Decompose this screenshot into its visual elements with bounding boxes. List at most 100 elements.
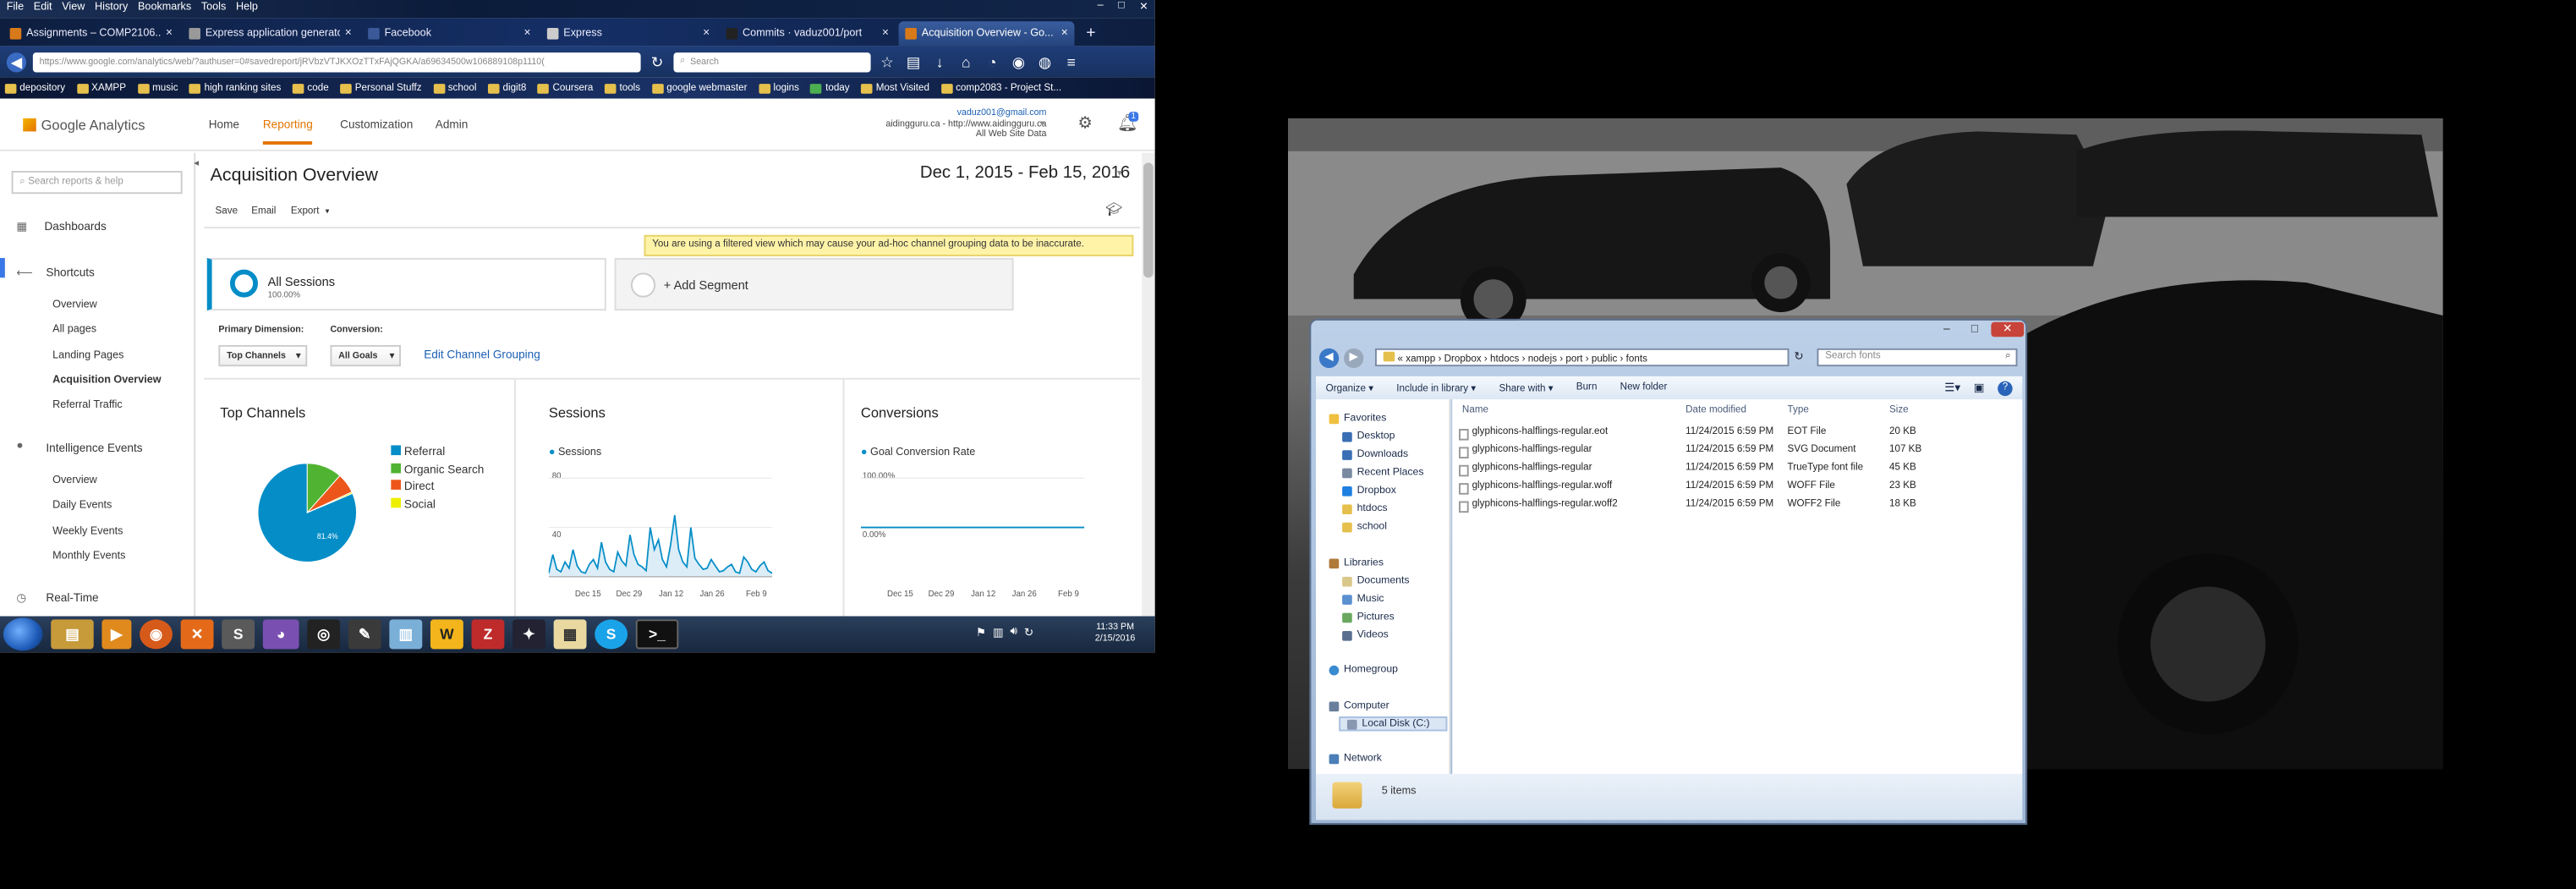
maximize-icon[interactable]: □ <box>1118 0 1125 14</box>
menu-history[interactable]: History <box>95 2 128 16</box>
minimize-icon[interactable]: – <box>1098 0 1104 14</box>
shortcut-landing-pages[interactable]: Landing Pages <box>52 350 123 362</box>
shortcut-all-pages[interactable]: All pages <box>52 324 96 336</box>
menu-tools[interactable]: Tools <box>201 2 227 16</box>
close-icon[interactable]: ✕ <box>1139 0 1148 14</box>
menu-bookmarks[interactable]: Bookmarks <box>138 2 191 16</box>
new-tab-button[interactable]: + <box>1077 21 1104 46</box>
nav-downloads[interactable]: Downloads <box>1342 448 1408 460</box>
help-icon[interactable]: ? <box>1998 380 2013 396</box>
tray-flag-icon[interactable]: ⚑ <box>976 626 986 639</box>
dimension-select[interactable]: Top Channels ▾ <box>218 344 308 367</box>
legend-direct[interactable]: Direct <box>391 480 484 497</box>
close-icon[interactable]: ✕ <box>1991 321 2025 337</box>
tab-assignments[interactable]: Assignments – COMP2106... × <box>3 21 179 46</box>
tab-express-generator[interactable]: Express application generator × <box>183 21 359 46</box>
menu-help[interactable]: Help <box>236 2 258 16</box>
menu-file[interactable]: File <box>7 2 24 16</box>
refresh-icon[interactable]: ↻ <box>1794 350 1803 364</box>
menu-view[interactable]: View <box>62 2 85 16</box>
download-icon[interactable]: ↓ <box>930 52 950 71</box>
nav-videos[interactable]: Videos <box>1342 629 1389 641</box>
bookmark-google-webmaster[interactable]: google webmaster <box>651 83 747 93</box>
tray-network-icon[interactable]: ▥ <box>993 626 1004 639</box>
tab-close-icon[interactable]: × <box>345 28 352 40</box>
organize-button[interactable]: Organize ▾ <box>1326 382 1373 394</box>
nav-customization[interactable]: Customization <box>340 120 413 132</box>
report-search-input[interactable]: ⌕ Search reports & help <box>11 171 183 195</box>
scrollbar-thumb[interactable] <box>1143 162 1154 278</box>
nav-libraries[interactable]: Libraries <box>1329 557 1384 568</box>
filezilla-taskbar-icon[interactable]: Z <box>471 619 505 650</box>
nav-desktop[interactable]: Desktop <box>1342 431 1395 442</box>
graduation-cap-icon[interactable]: 🎓︎ <box>1105 202 1122 217</box>
date-range-picker[interactable]: Dec 1, 2015 - Feb 15, 2016 <box>920 162 1130 182</box>
shortcut-overview[interactable]: Overview <box>52 299 97 311</box>
tab-close-icon[interactable]: × <box>524 28 531 40</box>
maximize-icon[interactable]: □ <box>1961 322 1987 337</box>
nav-htdocs[interactable]: htdocs <box>1342 502 1388 514</box>
bookmark-code[interactable]: code <box>292 83 329 93</box>
media-player-taskbar-icon[interactable]: ▶ <box>101 619 132 650</box>
notepad-taskbar-icon[interactable]: ▥ <box>389 619 423 650</box>
xampp-taskbar-icon[interactable]: ✕ <box>180 619 214 650</box>
firefox-taskbar-icon[interactable]: ◉ <box>140 619 173 650</box>
tab-close-icon[interactable]: × <box>882 28 889 40</box>
column-type[interactable]: Type <box>1788 406 1809 416</box>
github-taskbar-icon[interactable]: ◕ <box>262 619 299 650</box>
back-icon[interactable]: ◀ <box>1318 348 1340 369</box>
chevron-down-icon[interactable]: ▾ <box>1040 118 1045 130</box>
taskbar-clock[interactable]: 11:33 PM 2/15/2016 <box>1095 623 1136 645</box>
bookmark-star-icon[interactable]: ☆ <box>877 52 896 71</box>
explorer-taskbar-icon[interactable]: ▤ <box>51 619 94 650</box>
bookmark-logins[interactable]: logins <box>759 83 799 93</box>
reload-icon[interactable]: ↻ <box>647 52 666 71</box>
legend-social[interactable]: Social <box>391 497 484 514</box>
burn-button[interactable]: Burn <box>1576 383 1598 393</box>
sync-icon[interactable]: ◍ <box>1035 52 1055 71</box>
tab-facebook[interactable]: Facebook × <box>361 21 537 46</box>
tab-express[interactable]: Express × <box>540 21 716 46</box>
nav-computer[interactable]: Computer <box>1329 700 1389 711</box>
sidebar-intelligence-events[interactable]: Intelligence Events <box>46 444 142 456</box>
nav-home[interactable]: Home <box>209 120 239 132</box>
sidebar-shortcuts[interactable]: Shortcuts <box>46 268 94 280</box>
nav-recent-places[interactable]: Recent Places <box>1342 467 1423 478</box>
intel-weekly-events[interactable]: Weekly Events <box>52 526 123 538</box>
nav-music[interactable]: Music <box>1342 593 1384 605</box>
nav-reporting[interactable]: Reporting <box>262 120 313 145</box>
bookmark-xampp[interactable]: XAMPP <box>76 83 126 93</box>
bookmark-personal-stuffz[interactable]: Personal Stuffz <box>340 83 422 93</box>
bookmark-today[interactable]: today <box>810 83 850 93</box>
page-scrollbar[interactable] <box>1142 152 1155 617</box>
shortcut-acquisition-overview[interactable]: Acquisition Overview <box>52 375 161 387</box>
ga-logo[interactable]: Google Analytics <box>23 117 145 133</box>
include-in-library-button[interactable]: Include in library ▾ <box>1396 382 1476 394</box>
bookmark-school[interactable]: school <box>433 83 476 93</box>
reading-list-icon[interactable]: ▤ <box>903 52 923 71</box>
account-selector[interactable]: vaduz001@gmail.com aidingguru.ca - http:… <box>885 108 1046 140</box>
nav-pictures[interactable]: Pictures <box>1342 612 1395 623</box>
nav-homegroup[interactable]: Homegroup <box>1329 664 1398 675</box>
webstorm-taskbar-icon[interactable]: W <box>430 619 463 650</box>
nav-documents[interactable]: Documents <box>1342 575 1409 587</box>
url-bar[interactable]: https://www.google.com/analytics/web/?au… <box>32 52 641 72</box>
email-button[interactable]: Email <box>251 207 276 217</box>
steam-taskbar-icon[interactable]: ◎ <box>307 619 341 650</box>
hamburger-menu-icon[interactable]: ≡ <box>1061 52 1081 71</box>
home-icon[interactable]: ⌂ <box>956 52 976 71</box>
nav-admin[interactable]: Admin <box>436 120 469 132</box>
segment-all-sessions[interactable]: All Sessions 100.00% <box>206 257 606 311</box>
tab-close-icon[interactable]: × <box>166 28 173 40</box>
files-taskbar-icon[interactable]: ▦ <box>553 619 587 650</box>
minimize-icon[interactable]: – <box>1933 322 1959 337</box>
menu-edit[interactable]: Edit <box>34 2 52 16</box>
nav-local-disk[interactable]: Local Disk (C:) <box>1339 716 1448 732</box>
new-folder-button[interactable]: New folder <box>1620 383 1668 393</box>
bookmark-most-visited[interactable]: Most Visited <box>861 83 929 93</box>
search-input[interactable]: ⌕ Search <box>673 52 871 72</box>
pocket-icon[interactable]: ◔ <box>983 52 1002 71</box>
bookmark-coursera[interactable]: Coursera <box>537 83 593 93</box>
save-button[interactable]: Save <box>215 207 238 217</box>
nav-favorites[interactable]: Favorites <box>1329 413 1386 424</box>
